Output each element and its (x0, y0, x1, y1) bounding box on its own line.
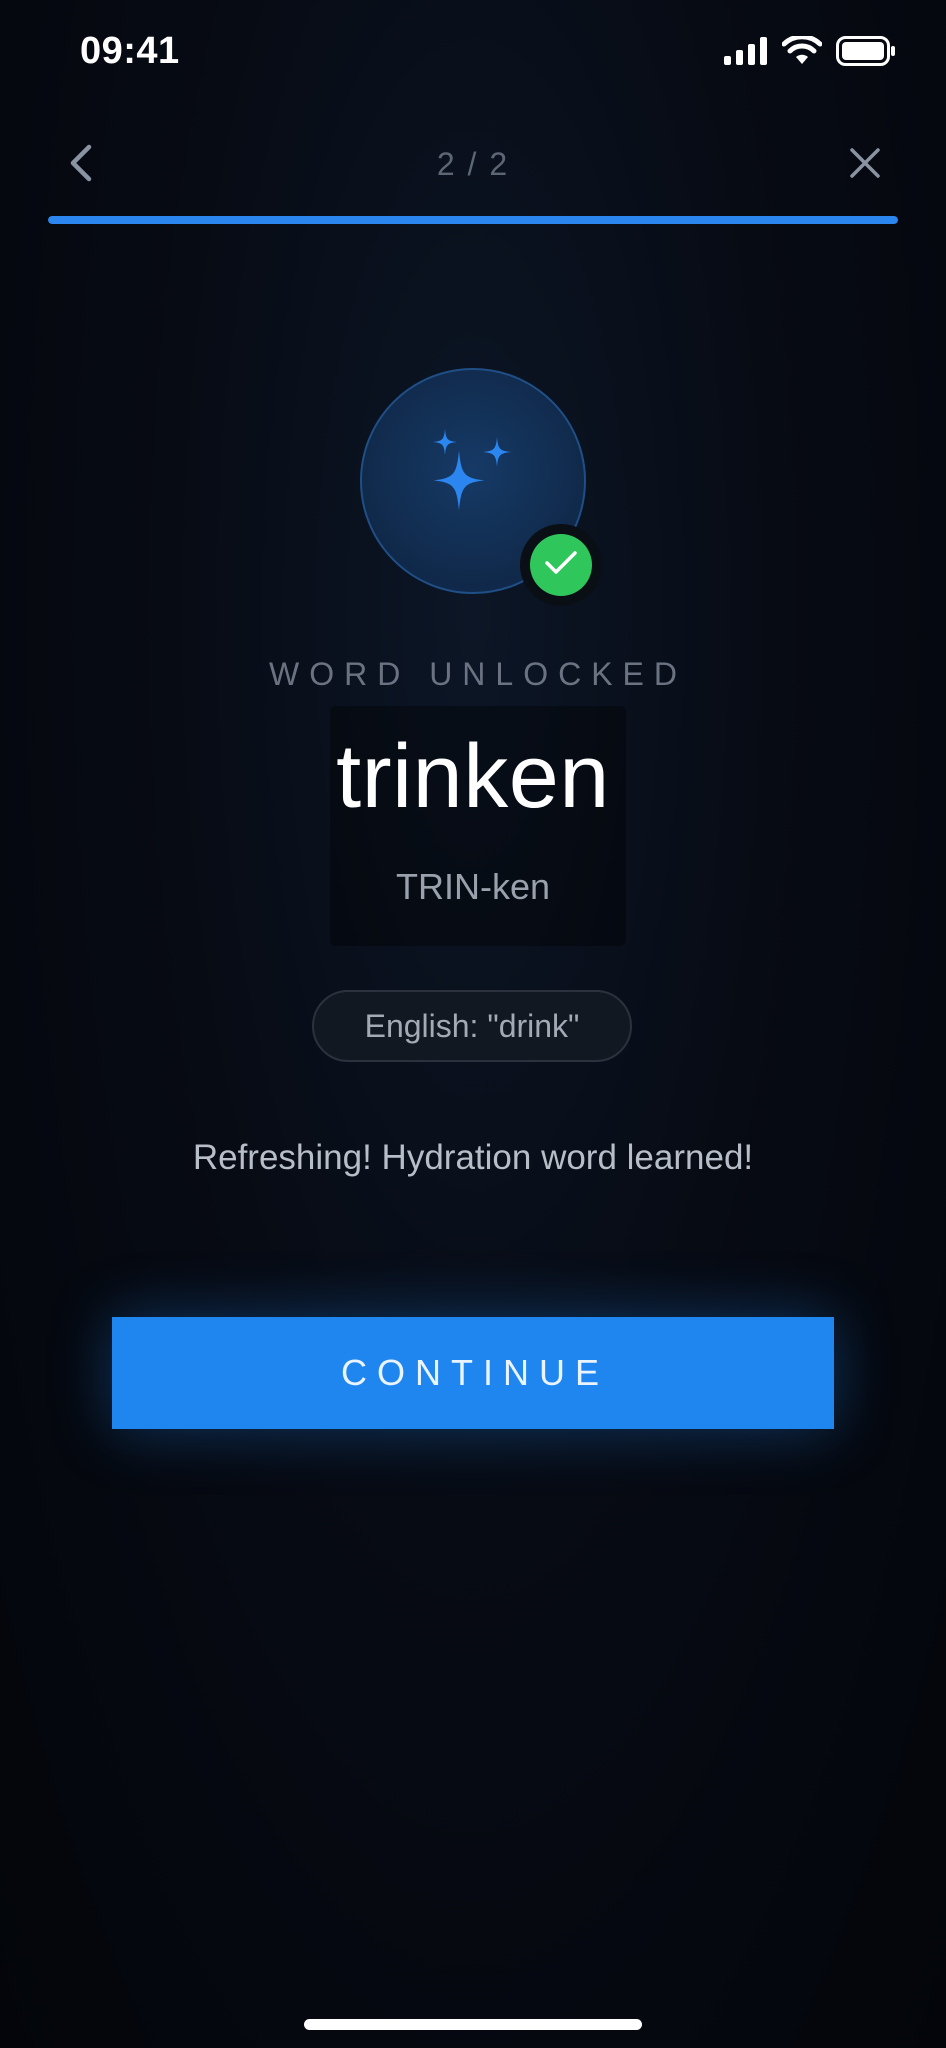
status-bar: 09:41 (0, 0, 946, 104)
pronunciation: TRIN-ken (395, 866, 551, 907)
signal-icon (724, 37, 768, 70)
progress-counter: 2 / 2 (436, 146, 510, 182)
nav-bar: 2 / 2 (0, 130, 946, 200)
word-title: trinken (336, 727, 610, 827)
close-icon (849, 147, 881, 184)
unlock-label: WORD UNLOCKED (268, 656, 687, 692)
checkmark-icon (544, 550, 578, 581)
check-badge (520, 524, 602, 606)
status-icons (724, 34, 896, 71)
feedback-message: Refreshing! Hydration word learned! (192, 1138, 754, 1177)
unlock-badge (360, 368, 602, 606)
status-time: 09:41 (80, 30, 180, 72)
battery-icon (836, 36, 896, 71)
sparkles-icon (413, 419, 533, 544)
progress-bar (48, 216, 898, 224)
home-indicator[interactable] (304, 2019, 642, 2030)
wifi-icon (781, 34, 823, 71)
close-button[interactable] (840, 140, 890, 190)
translation-pill: English: "drink" (312, 990, 632, 1062)
continue-button[interactable]: CONTINUE (112, 1317, 834, 1429)
progress-fill (48, 216, 898, 224)
